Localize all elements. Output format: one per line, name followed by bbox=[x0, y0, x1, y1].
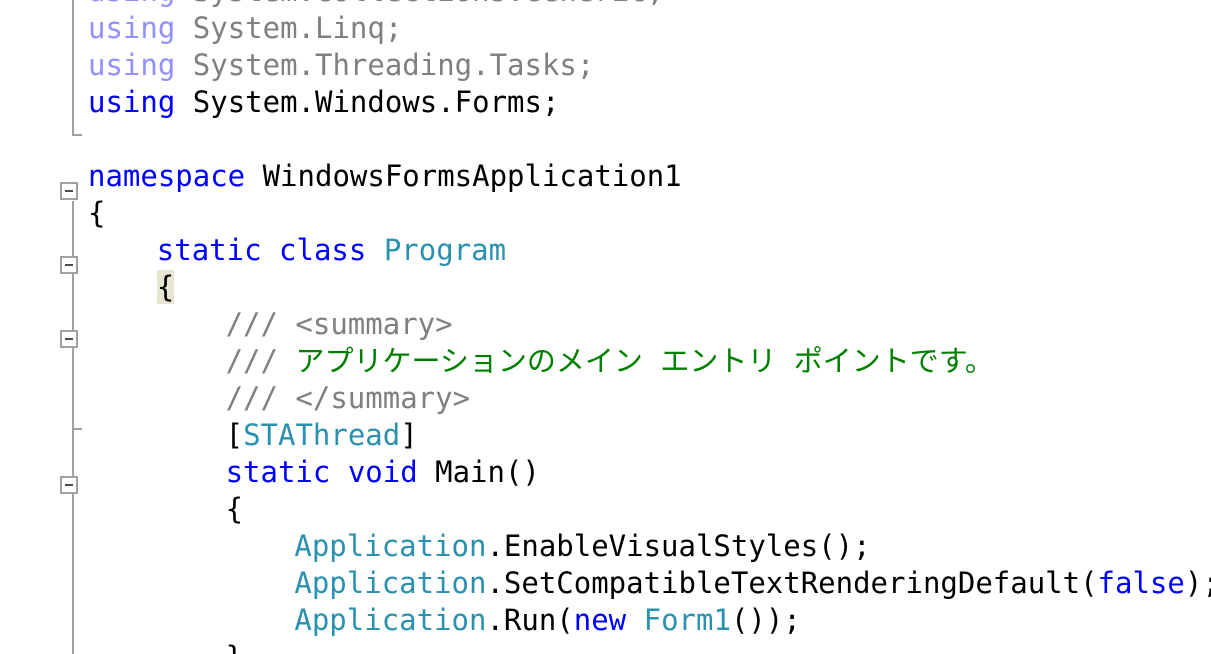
code-token: ); bbox=[1184, 566, 1211, 600]
code-token: using bbox=[88, 48, 176, 82]
outline-line-end bbox=[72, 134, 82, 136]
code-editor[interactable]: using System.Collections.Generic;using S… bbox=[0, 0, 1211, 654]
code-token: System.Windows.Forms; bbox=[192, 85, 560, 119]
code-line[interactable]: using System.Linq; bbox=[88, 10, 402, 47]
code-token: Application bbox=[294, 603, 487, 637]
code-token: namespace bbox=[88, 159, 246, 193]
code-token: System.Linq; bbox=[192, 11, 403, 45]
code-line[interactable]: { bbox=[88, 195, 105, 232]
code-token: { bbox=[156, 270, 175, 304]
code-token: .Run( bbox=[486, 603, 574, 637]
code-token: .EnableVisualStyles(); bbox=[486, 529, 871, 563]
code-token: System.Threading.Tasks; bbox=[192, 48, 595, 82]
outline-gutter bbox=[0, 0, 86, 654]
code-line[interactable]: static void Main() bbox=[226, 454, 540, 491]
code-token: System.Collections.Generic; bbox=[193, 0, 664, 8]
code-token: false bbox=[1097, 566, 1185, 600]
code-line[interactable]: [STAThread] bbox=[226, 417, 418, 454]
code-token: class bbox=[279, 233, 367, 267]
collapse-method-icon[interactable] bbox=[60, 476, 78, 494]
code-token: STAThread bbox=[243, 418, 401, 452]
code-line[interactable]: static class Program bbox=[157, 232, 506, 269]
code-line[interactable]: using System.Threading.Tasks; bbox=[88, 47, 594, 84]
code-line[interactable]: Application.EnableVisualStyles(); bbox=[294, 528, 870, 565]
code-token: .SetCompatibleTextRenderingDefault( bbox=[486, 566, 1098, 600]
code-token: Program bbox=[383, 233, 507, 267]
code-token: /// <summary> bbox=[225, 307, 453, 341]
code-line[interactable]: } bbox=[226, 639, 243, 654]
code-line[interactable]: /// </summary> bbox=[226, 380, 470, 417]
code-line[interactable]: /// <summary> bbox=[226, 306, 453, 343]
code-token: ()); bbox=[730, 603, 801, 637]
collapse-class-icon[interactable] bbox=[60, 256, 78, 274]
code-token: ] bbox=[400, 418, 418, 452]
collapse-summary-icon[interactable] bbox=[60, 330, 78, 348]
code-token: using bbox=[88, 0, 175, 8]
code-token: Application bbox=[294, 529, 487, 563]
code-token: /// </summary> bbox=[225, 381, 471, 415]
code-line[interactable]: using System.Windows.Forms; bbox=[88, 84, 559, 121]
code-line[interactable]: /// アプリケーションのメイン エントリ ポイントです。 bbox=[226, 343, 994, 380]
code-token: Main() bbox=[417, 455, 540, 489]
code-token: } bbox=[226, 640, 243, 654]
code-token: static bbox=[225, 455, 331, 489]
code-line[interactable]: namespace WindowsFormsApplication1 bbox=[88, 158, 682, 195]
code-token: Form1 bbox=[643, 603, 731, 637]
code-token: WindowsFormsApplication1 bbox=[245, 159, 682, 193]
code-token: アプリケーションのメイン エントリ ポイントです。 bbox=[295, 344, 994, 378]
code-line[interactable]: Application.Run(new Form1()); bbox=[294, 602, 800, 639]
code-token: new bbox=[573, 603, 627, 637]
code-token: { bbox=[88, 196, 106, 230]
code-line[interactable]: using System.Collections.Generic; bbox=[88, 0, 664, 10]
outline-line-end bbox=[72, 428, 82, 430]
code-line[interactable]: Application.SetCompatibleTextRenderingDe… bbox=[294, 565, 1211, 602]
code-line[interactable]: { bbox=[226, 491, 243, 528]
code-token: using bbox=[88, 85, 176, 119]
code-token: using bbox=[88, 11, 176, 45]
code-token: /// bbox=[225, 344, 296, 378]
code-token: void bbox=[347, 455, 418, 489]
code-token: static bbox=[156, 233, 262, 267]
outline-line bbox=[72, 0, 74, 134]
code-line[interactable]: { bbox=[156, 269, 175, 306]
code-token: Application bbox=[294, 566, 487, 600]
code-token: { bbox=[225, 492, 244, 526]
code-token: [ bbox=[225, 418, 244, 452]
collapse-namespace-icon[interactable] bbox=[60, 182, 78, 200]
